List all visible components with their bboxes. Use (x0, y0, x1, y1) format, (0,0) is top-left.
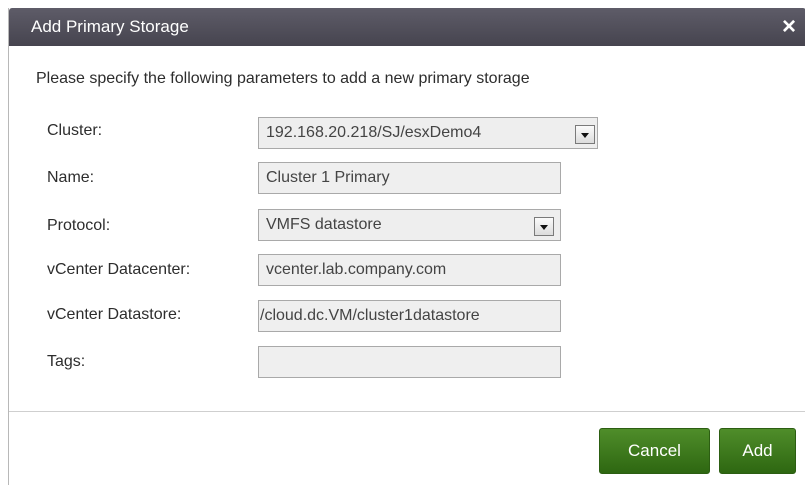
dialog-title: Add Primary Storage (31, 17, 189, 36)
protocol-select-value: VMFS datastore (266, 216, 382, 233)
protocol-select[interactable]: VMFS datastore (258, 209, 561, 241)
protocol-label: Protocol: (47, 217, 111, 234)
name-label: Name: (47, 169, 95, 186)
name-input[interactable]: Cluster 1 Primary (258, 162, 561, 194)
close-icon[interactable]: × (776, 14, 802, 40)
chevron-down-icon[interactable] (534, 217, 554, 236)
tags-input[interactable] (258, 346, 561, 378)
add-primary-storage-dialog: Add Primary Storage × Please specify the… (8, 8, 805, 485)
dialog-instructions: Please specify the following parameters … (36, 70, 530, 87)
chevron-down-icon[interactable] (575, 125, 595, 144)
dialog-divider (9, 411, 805, 412)
vcenter-datastore-input-value: /cloud.dc.VM/cluster1datastore (260, 307, 480, 324)
cluster-select-value: 192.168.20.218/SJ/esxDemo4 (266, 124, 482, 141)
cancel-button[interactable]: Cancel (599, 428, 710, 474)
cluster-select[interactable]: 192.168.20.218/SJ/esxDemo4 (258, 117, 598, 149)
vcenter-datastore-label: vCenter Datastore: (47, 306, 182, 323)
tags-label: Tags: (47, 353, 86, 370)
vcenter-datacenter-input[interactable]: vcenter.lab.company.com (258, 254, 561, 286)
add-button[interactable]: Add (719, 428, 796, 474)
name-input-value: Cluster 1 Primary (266, 169, 390, 186)
cluster-label: Cluster: (47, 122, 103, 139)
vcenter-datacenter-label: vCenter Datacenter: (47, 261, 191, 278)
vcenter-datacenter-input-value: vcenter.lab.company.com (266, 261, 447, 278)
dialog-titlebar[interactable]: Add Primary Storage × (9, 8, 805, 46)
vcenter-datastore-input[interactable]: /cloud.dc.VM/cluster1datastore (258, 300, 561, 332)
